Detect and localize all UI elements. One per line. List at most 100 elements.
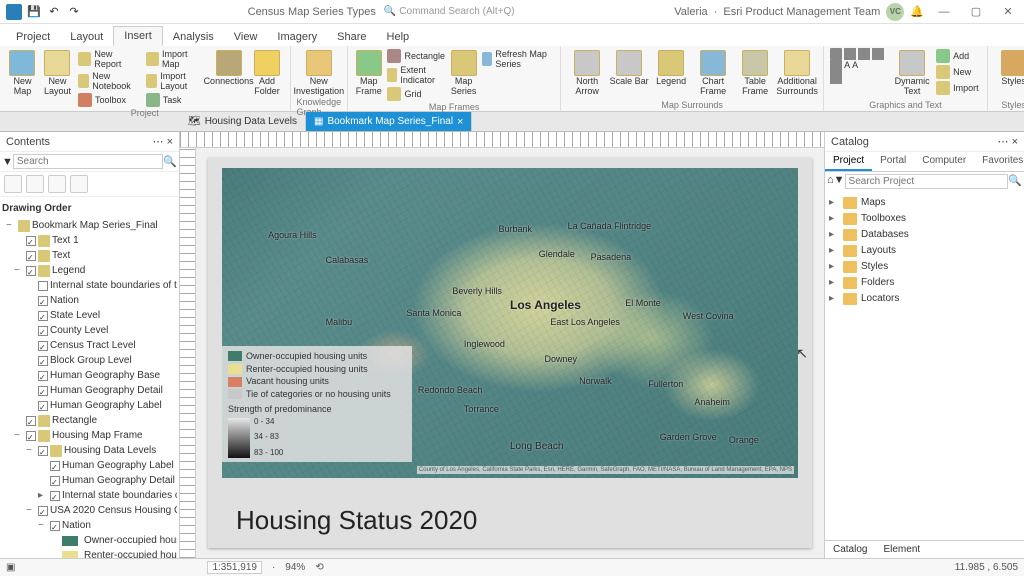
- tree-item[interactable]: Block Group Level: [2, 353, 177, 368]
- tab-share[interactable]: Share: [327, 28, 376, 46]
- undo-icon[interactable]: ↶: [46, 4, 62, 20]
- scale-bar-button[interactable]: Scale Bar: [609, 48, 649, 100]
- list-by-source-icon[interactable]: [26, 175, 44, 193]
- refresh-map-series-button[interactable]: Refresh Map Series: [480, 48, 554, 70]
- tree-item[interactable]: Human Geography Label: [2, 398, 177, 413]
- close-icon[interactable]: ×: [457, 116, 463, 128]
- contents-tree[interactable]: Drawing Order −Bookmark Map Series_Final…: [0, 197, 179, 558]
- nav-icon[interactable]: ⟲: [315, 562, 323, 573]
- search-icon[interactable]: 🔍: [163, 155, 177, 168]
- tree-item[interactable]: Human Geography Label: [2, 458, 177, 473]
- maximize-button[interactable]: ▢: [960, 0, 992, 24]
- expand-icon[interactable]: ▣: [6, 562, 15, 573]
- new-map-button[interactable]: New Map: [6, 48, 39, 108]
- tree-item[interactable]: −USA 2020 Census Housing Characteristics: [2, 503, 177, 518]
- new-button[interactable]: New: [934, 64, 981, 80]
- new-investigation-button[interactable]: New Investigation: [299, 48, 339, 97]
- catalog-item[interactable]: ▸Toolboxes: [829, 211, 1020, 227]
- command-search[interactable]: 🔍Command Search (Alt+Q): [384, 6, 515, 17]
- shape-icon[interactable]: [872, 48, 884, 60]
- zoom-display[interactable]: 94%: [285, 562, 305, 573]
- tree-item[interactable]: −Bookmark Map Series_Final: [2, 218, 177, 233]
- import-layout-button[interactable]: Import Layout: [144, 70, 207, 92]
- catalog-item[interactable]: ▸Databases: [829, 227, 1020, 243]
- add-folder-button[interactable]: Add Folder: [251, 48, 284, 108]
- layout-canvas[interactable]: Los Angeles Santa Monica Burbank Glendal…: [180, 132, 824, 558]
- new-notebook-button[interactable]: New Notebook: [76, 70, 142, 92]
- tree-item[interactable]: −Nation: [2, 518, 177, 533]
- map-frame-button[interactable]: Map Frame: [354, 48, 383, 102]
- list-by-selection-icon[interactable]: [48, 175, 66, 193]
- close-button[interactable]: ✕: [992, 0, 1024, 24]
- tab-analysis[interactable]: Analysis: [163, 28, 224, 46]
- rectangle-button[interactable]: Rectangle: [385, 48, 447, 64]
- tab-layout[interactable]: Layout: [60, 28, 113, 46]
- tree-item[interactable]: −Legend: [2, 263, 177, 278]
- cat-tab-portal[interactable]: Portal: [872, 152, 914, 171]
- minimize-button[interactable]: —: [928, 0, 960, 24]
- funnel-icon[interactable]: ▼: [2, 156, 13, 168]
- tree-item[interactable]: Human Geography Detail: [2, 383, 177, 398]
- tree-item[interactable]: Nation: [2, 293, 177, 308]
- home-icon[interactable]: ⌂: [827, 174, 834, 189]
- extent-button[interactable]: Extent Indicator: [385, 64, 447, 86]
- shape-icon[interactable]: [858, 48, 870, 60]
- panel-options-icon[interactable]: ⋯ ×: [153, 135, 173, 148]
- list-by-drawing-icon[interactable]: [4, 175, 22, 193]
- tab-imagery[interactable]: Imagery: [267, 28, 327, 46]
- tree-item[interactable]: Census Tract Level: [2, 338, 177, 353]
- import-button[interactable]: Import: [934, 80, 981, 96]
- cat-tab-element[interactable]: Element: [875, 541, 928, 558]
- tree-item[interactable]: Human Geography Detail: [2, 473, 177, 488]
- tree-item[interactable]: Internal state boundaries of the United.…: [2, 278, 177, 293]
- tab-view[interactable]: View: [224, 28, 268, 46]
- toolbox-button[interactable]: Toolbox: [76, 92, 142, 108]
- tree-item[interactable]: State Level: [2, 308, 177, 323]
- panel-options-icon[interactable]: ⋯ ×: [998, 135, 1018, 148]
- scale-display[interactable]: 1:351,919: [207, 561, 262, 574]
- catalog-item[interactable]: ▸Layouts: [829, 243, 1020, 259]
- picture-icon[interactable]: [830, 72, 842, 84]
- task-button[interactable]: Task: [144, 92, 207, 108]
- cat-tab-catalog[interactable]: Catalog: [825, 541, 875, 558]
- shape-icon[interactable]: [830, 48, 842, 60]
- tree-item[interactable]: Owner-occupied housing units: [2, 533, 177, 548]
- tree-item[interactable]: −Housing Data Levels: [2, 443, 177, 458]
- user-area[interactable]: Valeria· Esri Product Management Team VC…: [674, 3, 928, 21]
- tree-item[interactable]: Text 1: [2, 233, 177, 248]
- catalog-item[interactable]: ▸Styles: [829, 259, 1020, 275]
- add-button[interactable]: Add: [934, 48, 981, 64]
- catalog-item[interactable]: ▸Locators: [829, 291, 1020, 307]
- new-layout-button[interactable]: New Layout: [41, 48, 74, 108]
- cat-tab-project[interactable]: Project: [825, 152, 872, 171]
- tree-item[interactable]: ▸Internal state boundaries of the United…: [2, 488, 177, 503]
- map-series-button[interactable]: Map Series: [449, 48, 478, 102]
- tree-item[interactable]: Human Geography Base: [2, 368, 177, 383]
- catalog-search-input[interactable]: [845, 174, 1009, 189]
- styles-button[interactable]: Styles: [994, 48, 1024, 100]
- tab-insert[interactable]: Insert: [113, 26, 163, 46]
- doctab-bookmark-series[interactable]: ▦Bookmark Map Series_Final×: [306, 112, 473, 131]
- tree-item[interactable]: −Housing Map Frame: [2, 428, 177, 443]
- catalog-item[interactable]: ▸Maps: [829, 195, 1020, 211]
- doctab-housing-data[interactable]: 🗺Housing Data Levels: [180, 112, 306, 131]
- grid-button[interactable]: Grid: [385, 86, 447, 102]
- funnel-icon[interactable]: ▼: [834, 174, 845, 189]
- tree-item[interactable]: Renter-occupied housing units: [2, 548, 177, 558]
- tree-item[interactable]: Rectangle: [2, 413, 177, 428]
- save-icon[interactable]: 💾: [26, 4, 42, 20]
- tab-help[interactable]: Help: [377, 28, 420, 46]
- connections-button[interactable]: Connections: [209, 48, 249, 108]
- cat-tab-computer[interactable]: Computer: [914, 152, 974, 171]
- search-icon[interactable]: 🔍: [1008, 174, 1022, 189]
- chart-frame-button[interactable]: Chart Frame: [693, 48, 733, 100]
- table-frame-button[interactable]: Table Frame: [735, 48, 775, 100]
- layout-page[interactable]: Los Angeles Santa Monica Burbank Glendal…: [208, 158, 812, 548]
- cat-tab-favorites[interactable]: Favorites: [974, 152, 1024, 171]
- redo-icon[interactable]: ↷: [66, 4, 82, 20]
- bell-icon[interactable]: 🔔: [910, 5, 924, 18]
- tab-project[interactable]: Project: [6, 28, 60, 46]
- list-by-element-icon[interactable]: [70, 175, 88, 193]
- catalog-item[interactable]: ▸Folders: [829, 275, 1020, 291]
- shape-icon[interactable]: [844, 48, 856, 60]
